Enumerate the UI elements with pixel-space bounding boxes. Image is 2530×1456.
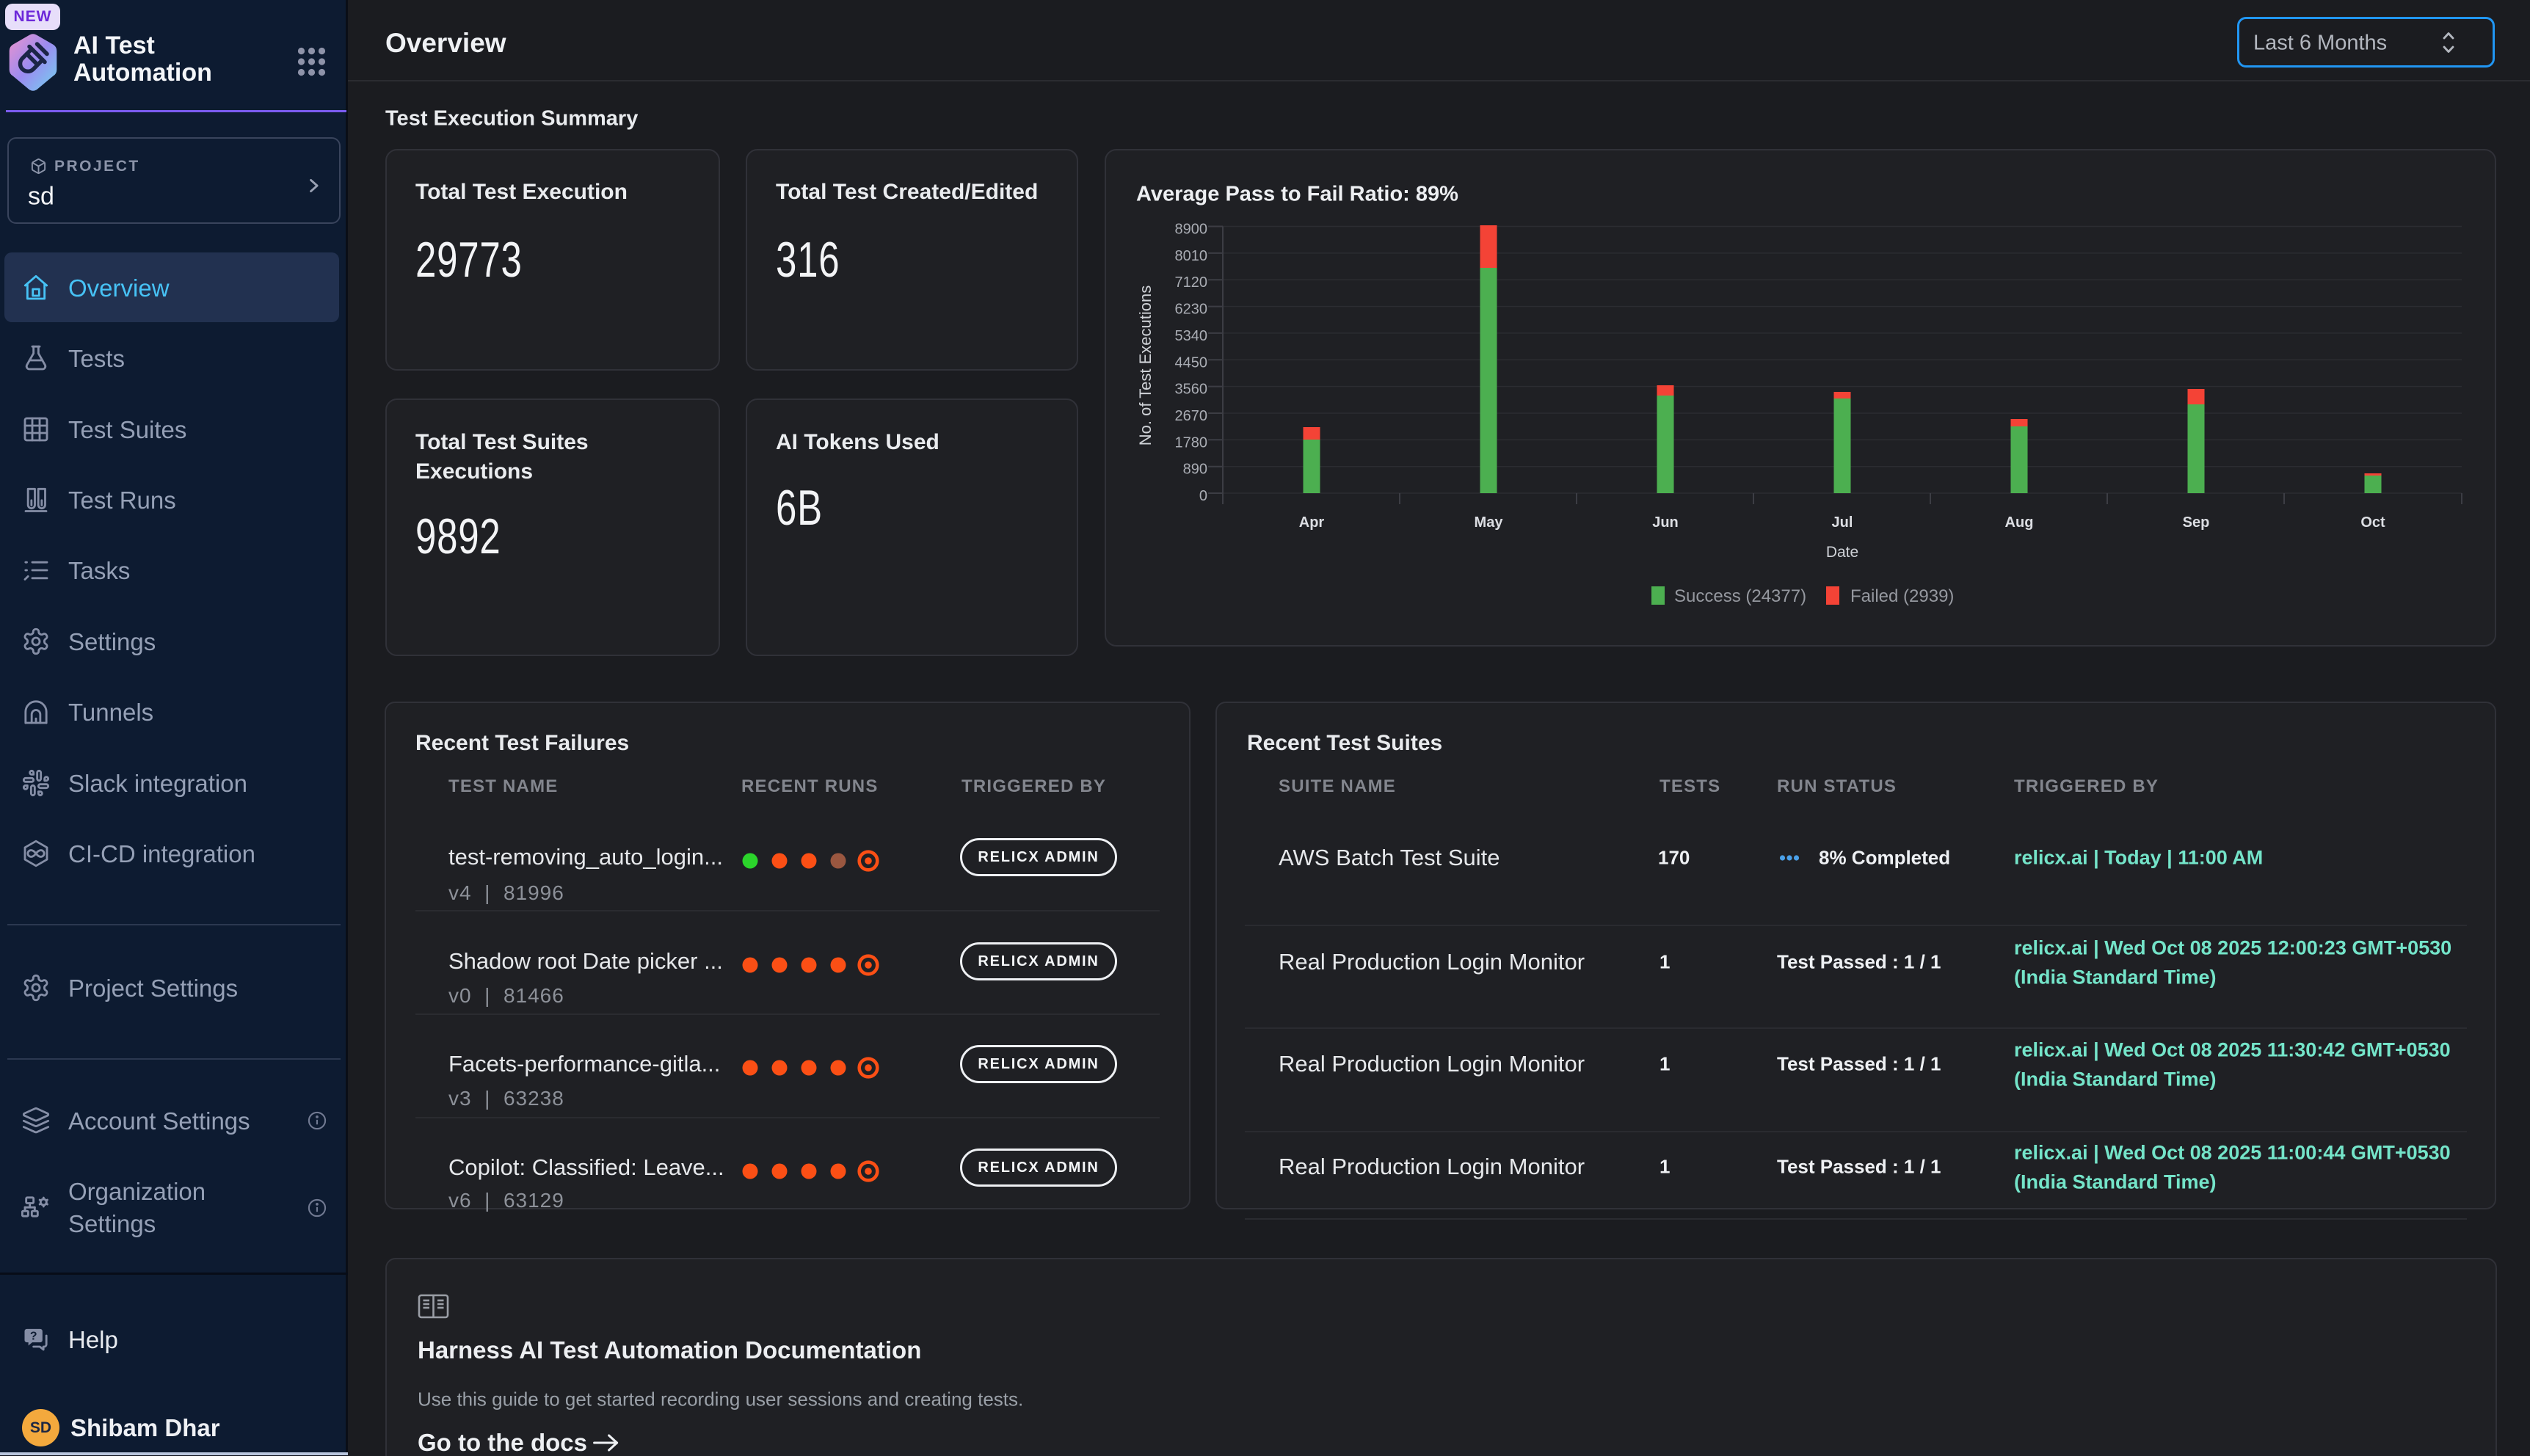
svg-text:May: May xyxy=(1475,514,1504,531)
svg-text:5340: 5340 xyxy=(1175,328,1208,344)
svg-text:2670: 2670 xyxy=(1175,408,1208,424)
svg-text:No. of Test Executions: No. of Test Executions xyxy=(1136,285,1155,446)
svg-text:6230: 6230 xyxy=(1175,302,1208,318)
svg-text:4450: 4450 xyxy=(1175,354,1208,371)
svg-text:Sep: Sep xyxy=(2183,514,2210,531)
svg-text:Success (24377): Success (24377) xyxy=(1674,586,1806,606)
svg-text:8010: 8010 xyxy=(1175,248,1208,264)
svg-text:1780: 1780 xyxy=(1175,434,1208,451)
svg-text:0: 0 xyxy=(1199,488,1207,504)
svg-text:Jun: Jun xyxy=(1652,514,1679,531)
svg-text:Oct: Oct xyxy=(2360,514,2385,531)
svg-text:Apr: Apr xyxy=(1299,514,1325,531)
svg-text:Jul: Jul xyxy=(1832,514,1853,531)
svg-text:890: 890 xyxy=(1183,462,1207,478)
svg-text:3560: 3560 xyxy=(1175,382,1208,398)
svg-text:7120: 7120 xyxy=(1175,274,1208,291)
svg-text:?: ? xyxy=(30,1331,37,1343)
svg-text:Date: Date xyxy=(1826,544,1858,561)
svg-text:Failed (2939): Failed (2939) xyxy=(1850,586,1954,606)
svg-text:8900: 8900 xyxy=(1175,222,1208,238)
svg-text:Aug: Aug xyxy=(2005,514,2034,531)
